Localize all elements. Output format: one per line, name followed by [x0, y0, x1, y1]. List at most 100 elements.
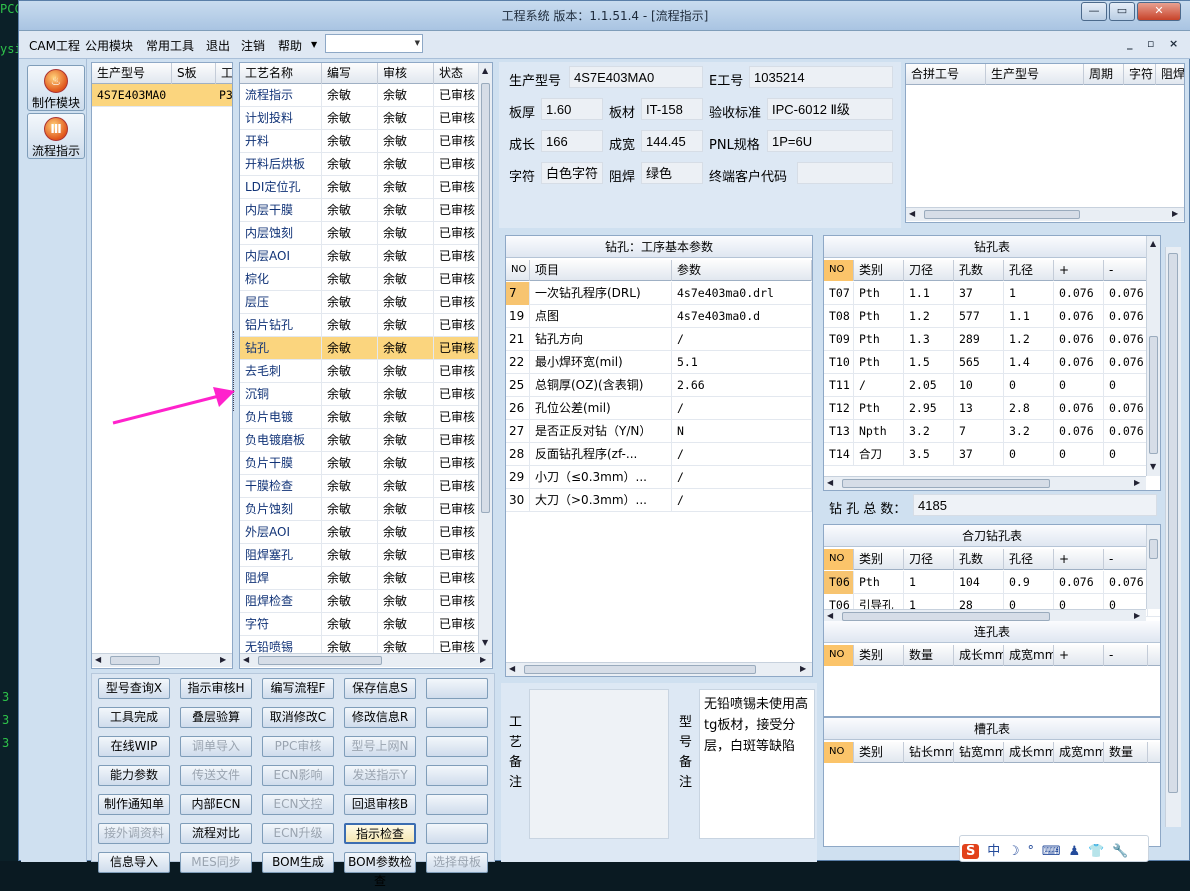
column-header[interactable]: 项目	[530, 260, 672, 281]
customer-code-field[interactable]	[797, 162, 893, 184]
action-button[interactable]: 保存信息S	[344, 678, 416, 699]
column-header[interactable]: 合拼工号	[906, 64, 986, 85]
table-row[interactable]: LDI定位孔 余敏 余敏 已审核	[240, 176, 492, 199]
scroll-thumb[interactable]	[481, 83, 490, 513]
action-button[interactable]	[426, 678, 488, 699]
scroll-right-icon[interactable]: ▶	[800, 664, 806, 673]
width-field[interactable]: 144.45	[641, 130, 703, 152]
scroll-right-icon[interactable]: ▶	[1134, 611, 1140, 620]
process-hscrollbar[interactable]: ◀ ▶	[240, 653, 492, 667]
table-row[interactable]: 负片电镀 余敏 余敏 已审核	[240, 406, 492, 429]
column-header[interactable]: -	[1104, 260, 1148, 281]
table-row[interactable]: 内层蚀刻 余敏 余敏 已审核	[240, 222, 492, 245]
column-header[interactable]: +	[1054, 260, 1104, 281]
column-header[interactable]: NO	[506, 260, 530, 281]
material-field[interactable]: IT-158	[641, 98, 703, 120]
table-row[interactable]: 负片干膜 余敏 余敏 已审核	[240, 452, 492, 475]
table-row[interactable]: 流程指示 余敏 余敏 已审核	[240, 84, 492, 107]
skin-icon[interactable]: 👕	[1088, 844, 1104, 859]
table-row[interactable]: T09 Pth 1.3 289 1.2 0.076 0.076	[824, 328, 1160, 351]
halfwidth-icon[interactable]: ☽	[1008, 844, 1020, 859]
scroll-up-icon[interactable]: ▲	[482, 66, 488, 75]
action-button[interactable]: 传送文件	[180, 765, 252, 786]
action-button[interactable]: 选择母板	[426, 852, 488, 873]
table-row[interactable]: T12 Pth 2.95 13 2.8 0.076 0.076	[824, 397, 1160, 420]
table-row[interactable]: 层压 余敏 余敏 已审核	[240, 291, 492, 314]
table-row[interactable]: 阻焊检查 余敏 余敏 已审核	[240, 590, 492, 613]
table-row[interactable]: 30 大刀（>0.3mm）... /	[506, 489, 812, 512]
length-field[interactable]: 166	[541, 130, 603, 152]
menu-tools[interactable]: 常用工具	[146, 37, 194, 54]
table-row[interactable]: 干膜检查 余敏 余敏 已审核	[240, 475, 492, 498]
drill-vscrollbar[interactable]: ▲ ▼	[1146, 236, 1160, 476]
combo-vscrollbar[interactable]	[1146, 525, 1160, 609]
scroll-left-icon[interactable]: ◀	[827, 478, 833, 487]
right-vscrollbar[interactable]	[1165, 247, 1181, 827]
table-row[interactable]: 阻焊 余敏 余敏 已审核	[240, 567, 492, 590]
nav-make-module-button[interactable]: ♨ 制作模块	[27, 65, 85, 111]
action-button[interactable]: 指示检查	[344, 823, 416, 844]
scroll-left-icon[interactable]: ◀	[509, 664, 515, 673]
scroll-down-icon[interactable]: ▼	[1150, 462, 1156, 471]
action-button[interactable]: ECN升级	[262, 823, 334, 844]
column-header[interactable]: 阻焊	[1156, 64, 1184, 85]
standard-field[interactable]: IPC-6012 Ⅱ级	[767, 98, 893, 120]
scroll-thumb[interactable]	[524, 665, 756, 674]
column-header[interactable]: 成长mm	[954, 645, 1004, 666]
action-button[interactable]: 取消修改C	[262, 707, 334, 728]
column-header[interactable]: 类别	[854, 260, 904, 281]
scroll-thumb[interactable]	[1149, 336, 1158, 454]
pnl-field[interactable]: 1P=6U	[767, 130, 893, 152]
scroll-right-icon[interactable]: ▶	[480, 655, 486, 664]
table-row[interactable]: 字符 余敏 余敏 已审核	[240, 613, 492, 636]
chinese-mode-icon[interactable]: 中	[987, 840, 1000, 859]
column-header[interactable]: 刀径	[904, 549, 954, 570]
scroll-thumb[interactable]	[842, 612, 1050, 621]
action-button[interactable]: ECN影响	[262, 765, 334, 786]
column-header[interactable]: 钻宽mm	[954, 742, 1004, 763]
menu-combo[interactable]: ▼	[325, 34, 423, 53]
table-row[interactable]: 22 最小焊环宽(mil) 5.1	[506, 351, 812, 374]
column-header[interactable]: 审核	[378, 63, 434, 84]
combined-hscrollbar[interactable]: ◀ ▶	[906, 207, 1184, 221]
action-button[interactable]	[426, 794, 488, 815]
model-remark-field[interactable]: 无铅喷锡未使用高tg板材，接受分层，白斑等缺陷	[699, 689, 815, 839]
column-header[interactable]: 刀径	[904, 260, 954, 281]
action-button[interactable]	[426, 823, 488, 844]
action-button[interactable]: 型号上网N	[344, 736, 416, 757]
nav-flow-button[interactable]: Ⅲ 流程指示	[27, 113, 85, 159]
process-remark-field[interactable]	[529, 689, 669, 839]
mdi-minimize-button[interactable]: _	[1127, 37, 1133, 50]
column-header[interactable]: 周期	[1084, 64, 1124, 85]
table-row[interactable]: 内层干膜 余敏 余敏 已审核	[240, 199, 492, 222]
thickness-field[interactable]: 1.60	[541, 98, 603, 120]
sogou-icon[interactable]: S	[962, 844, 980, 859]
table-row[interactable]: 21 钻孔方向 /	[506, 328, 812, 351]
params-hscrollbar[interactable]: ◀ ▶	[506, 662, 812, 676]
table-row[interactable]: 内层AOI 余敏 余敏 已审核	[240, 245, 492, 268]
mask-color-field[interactable]: 绿色	[641, 162, 703, 184]
table-row[interactable]: 去毛刺 余敏 余敏 已审核	[240, 360, 492, 383]
scroll-thumb[interactable]	[110, 656, 160, 665]
action-button[interactable]	[426, 736, 488, 757]
minimize-button[interactable]: —	[1081, 2, 1107, 21]
table-row[interactable]: T14 合刀 3.5 37 0 0 0	[824, 443, 1160, 466]
scroll-left-icon[interactable]: ◀	[909, 209, 915, 218]
column-header[interactable]: S板	[172, 63, 216, 84]
keyboard-icon[interactable]: ⌨	[1042, 844, 1061, 859]
scroll-up-icon[interactable]: ▲	[1150, 239, 1156, 248]
menu-help[interactable]: 帮助	[278, 37, 302, 54]
action-button[interactable]	[426, 765, 488, 786]
scroll-right-icon[interactable]: ▶	[1134, 478, 1140, 487]
action-button[interactable]: 发送指示Y	[344, 765, 416, 786]
column-header[interactable]: 孔数	[954, 260, 1004, 281]
punctuation-icon[interactable]: °	[1028, 844, 1035, 859]
scroll-left-icon[interactable]: ◀	[827, 611, 833, 620]
table-row[interactable]: 计划投料 余敏 余敏 已审核	[240, 107, 492, 130]
action-button[interactable]: PPC审核	[262, 736, 334, 757]
action-button[interactable]: 内部ECN	[180, 794, 252, 815]
scroll-thumb[interactable]	[924, 210, 1080, 219]
action-button[interactable]: 在线WIP	[98, 736, 170, 757]
table-row[interactable]: 28 反面钻孔程序(zf-... /	[506, 443, 812, 466]
action-button[interactable]: ECN文控	[262, 794, 334, 815]
